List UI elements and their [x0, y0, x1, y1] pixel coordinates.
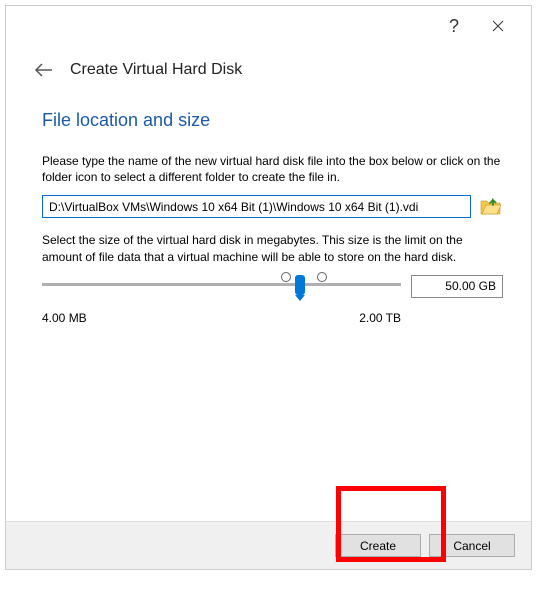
dialog-footer: Create Cancel — [6, 521, 531, 569]
titlebar: ? — [6, 6, 531, 42]
file-path-row — [42, 195, 503, 218]
cancel-button[interactable]: Cancel — [429, 534, 515, 557]
folder-icon — [480, 197, 502, 217]
size-description: Select the size of the virtual hard disk… — [42, 232, 503, 264]
help-button[interactable]: ? — [439, 14, 469, 38]
wizard-header: Create Virtual Hard Disk — [6, 42, 531, 94]
slider-labels: 4.00 MB 2.00 TB — [42, 311, 503, 325]
slider-max-label: 2.00 TB — [359, 311, 401, 325]
dialog-window: ? Create Virtual Hard Disk File location… — [5, 5, 532, 570]
close-icon — [492, 20, 504, 32]
back-button[interactable] — [30, 56, 58, 84]
header-title: Create Virtual Hard Disk — [70, 61, 242, 79]
create-button[interactable]: Create — [335, 534, 421, 557]
section-title: File location and size — [42, 110, 503, 131]
browse-folder-button[interactable] — [479, 196, 503, 218]
slider-thumb[interactable] — [295, 275, 305, 295]
file-description: Please type the name of the new virtual … — [42, 153, 503, 185]
slider-tick-1 — [281, 272, 291, 282]
size-slider[interactable] — [42, 275, 401, 299]
slider-tick-2 — [317, 272, 327, 282]
back-arrow-icon — [34, 63, 54, 77]
size-slider-container: 50.00 GB 4.00 MB 2.00 TB — [42, 275, 503, 325]
slider-min-label: 4.00 MB — [42, 311, 87, 325]
file-path-input[interactable] — [42, 195, 471, 218]
slider-track — [42, 283, 401, 286]
content-area: File location and size Please type the n… — [6, 94, 531, 325]
size-value-display[interactable]: 50.00 GB — [411, 275, 503, 298]
close-button[interactable] — [483, 14, 513, 38]
slider-row: 50.00 GB — [42, 275, 503, 299]
